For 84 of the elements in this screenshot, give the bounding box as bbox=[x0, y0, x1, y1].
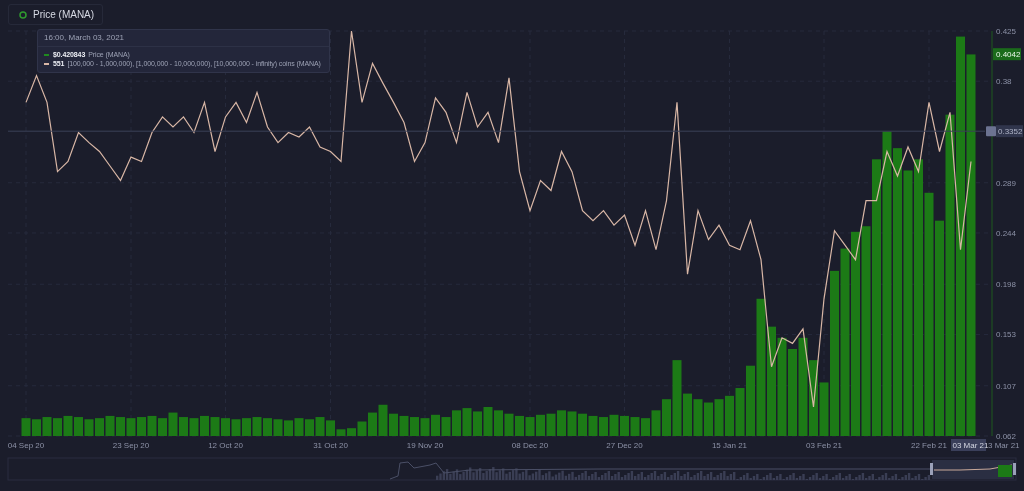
axis-label: 0.425 bbox=[996, 27, 1017, 36]
price-bar bbox=[714, 399, 724, 436]
price-bar bbox=[630, 417, 640, 436]
price-bar bbox=[116, 417, 125, 436]
axis-label: 27 Dec 20 bbox=[606, 441, 643, 450]
price-bar bbox=[620, 415, 629, 436]
price-bar bbox=[63, 415, 73, 436]
price-bar bbox=[389, 413, 398, 436]
crosshair-date-label: 03 Mar 21 bbox=[951, 439, 989, 451]
price-bar bbox=[210, 417, 220, 436]
price-bar bbox=[221, 418, 230, 436]
axis-label: 0.198 bbox=[996, 280, 1017, 290]
price-bar bbox=[578, 413, 587, 436]
price-bar bbox=[315, 417, 325, 436]
axis-label: 0.244 bbox=[996, 228, 1017, 238]
axis-label: 3 Mar 21 bbox=[988, 441, 1020, 450]
price-bar bbox=[725, 395, 734, 436]
price-bar bbox=[399, 415, 409, 436]
axis-label: 22 Feb 21 bbox=[911, 441, 947, 450]
price-bar bbox=[263, 418, 272, 436]
price-bar bbox=[294, 418, 304, 436]
price-bar bbox=[168, 412, 178, 436]
axis-label: 03 Feb 21 bbox=[806, 441, 842, 450]
price-bar bbox=[32, 419, 41, 436]
price-bar bbox=[273, 419, 283, 436]
price-label: 0.4042 bbox=[993, 48, 1021, 61]
axis-label: 12 Oct 20 bbox=[208, 441, 243, 450]
navigator-drawing[interactable] bbox=[389, 460, 1016, 480]
axis-label: 23 Sep 20 bbox=[112, 441, 150, 450]
price-bar bbox=[284, 420, 293, 436]
price-bar bbox=[462, 408, 472, 436]
price-bar bbox=[452, 410, 461, 436]
price-bar bbox=[105, 415, 115, 436]
crosshair-handle-icon[interactable] bbox=[986, 126, 996, 137]
price-bar bbox=[231, 419, 241, 436]
price-bar bbox=[53, 418, 62, 436]
price-bar bbox=[126, 418, 136, 436]
price-bar bbox=[567, 411, 577, 436]
price-bar bbox=[74, 417, 83, 436]
price-bar bbox=[158, 418, 167, 436]
price-bar bbox=[588, 415, 598, 436]
price-bar bbox=[42, 417, 52, 436]
price-bar bbox=[431, 414, 440, 436]
price-bar bbox=[599, 417, 608, 436]
axis-label: 0.107 bbox=[996, 381, 1017, 391]
price-bar bbox=[242, 418, 251, 436]
axis-label: 08 Dec 20 bbox=[511, 441, 549, 450]
price-bar bbox=[609, 414, 619, 436]
price-bar bbox=[21, 418, 31, 436]
price-bar bbox=[504, 413, 514, 436]
legend-chip[interactable]: Price (MANA) bbox=[8, 4, 104, 25]
price-bar bbox=[483, 407, 493, 436]
axis-label: 0.38 bbox=[996, 77, 1012, 87]
price-bar bbox=[84, 419, 94, 436]
tooltip-time: 16:00, March 03, 2021 bbox=[38, 30, 329, 47]
price-bar bbox=[147, 415, 157, 436]
price-bar bbox=[536, 414, 545, 436]
price-bar bbox=[704, 402, 713, 436]
price-bar bbox=[189, 418, 199, 436]
axis-label: 19 Nov 20 bbox=[406, 441, 444, 450]
crosshair-label: 0.3352 bbox=[996, 125, 1023, 138]
price-bar bbox=[410, 417, 419, 436]
price-bar bbox=[137, 417, 146, 436]
price-bar bbox=[252, 417, 262, 436]
price-bar bbox=[179, 417, 188, 436]
price-bar bbox=[420, 418, 430, 436]
axis-label: 15 Jan 21 bbox=[711, 441, 748, 450]
price-bar bbox=[378, 404, 388, 436]
axis-label: 04 Sep 20 bbox=[7, 441, 45, 450]
price-bar bbox=[95, 418, 104, 436]
price-bar bbox=[441, 417, 451, 436]
axis-label: 0.062 bbox=[996, 432, 1017, 441]
price-bar bbox=[525, 417, 535, 436]
price-bar bbox=[515, 415, 524, 436]
price-bar bbox=[305, 419, 314, 436]
price-bar bbox=[200, 415, 209, 436]
price-bar bbox=[546, 413, 556, 436]
axis-label: 31 Oct 20 bbox=[313, 441, 348, 450]
axis-label: 0.153 bbox=[996, 330, 1017, 340]
price-bar bbox=[494, 410, 503, 436]
price-bar bbox=[557, 410, 566, 436]
axis-label: 0.289 bbox=[996, 178, 1017, 188]
price-bar bbox=[473, 411, 482, 436]
price-bar bbox=[693, 399, 703, 436]
